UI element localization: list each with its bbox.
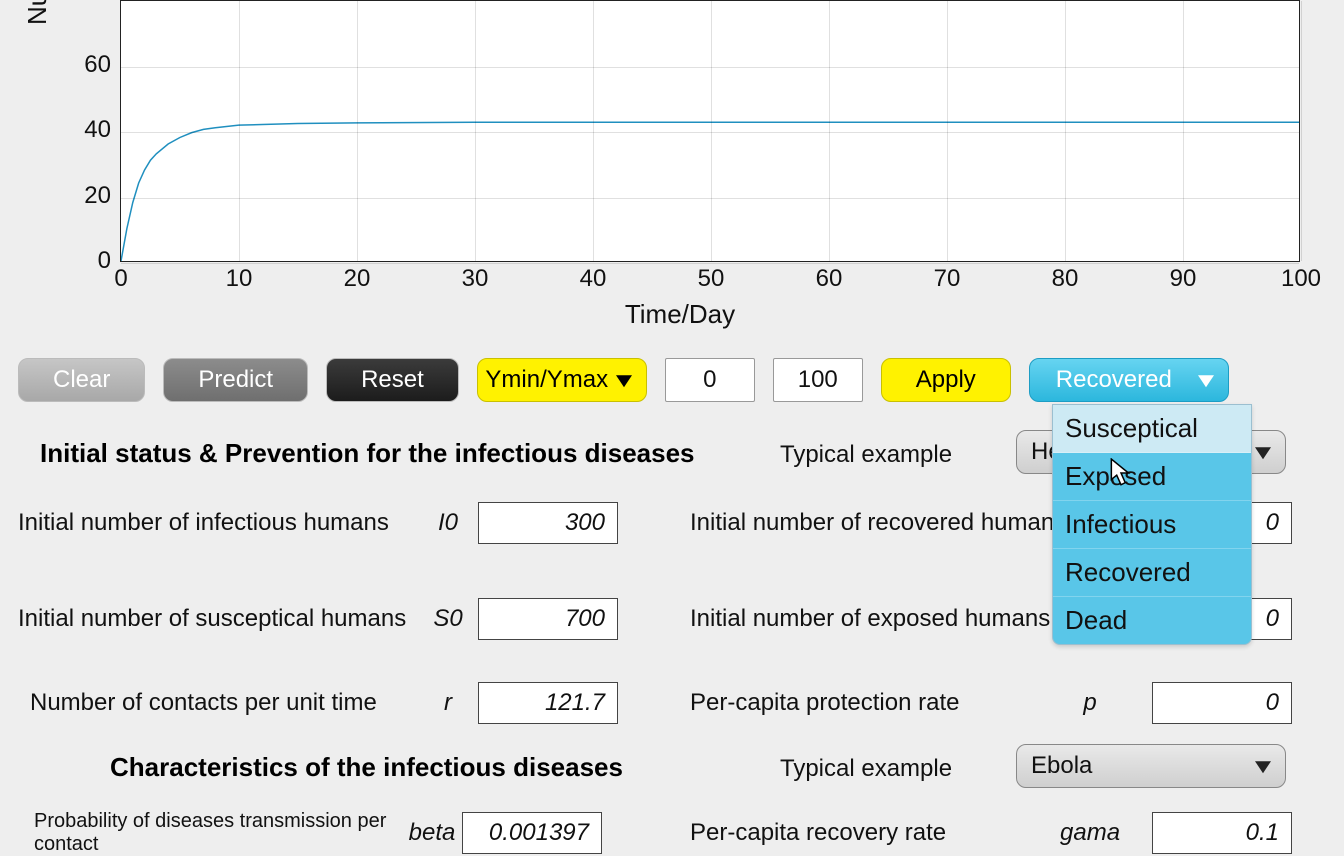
curve-select-dropdown[interactable]: Susceptical Exposed Infectious Recovered…	[1052, 404, 1252, 645]
toolbar: Clear Predict Reset Ymin/Ymax 0 100 Appl…	[18, 358, 1229, 402]
characteristics-heading: Characteristics of the infectious diseas…	[110, 752, 623, 783]
dropdown-option-dead[interactable]: Dead	[1053, 597, 1251, 644]
r-input[interactable]: 121.7	[478, 682, 618, 724]
chevron-down-icon	[616, 375, 632, 387]
clear-button[interactable]: Clear	[18, 358, 145, 402]
y-axis-label: Number of recovered	[22, 0, 53, 25]
y-axis-label-text: Number of recovered	[22, 0, 52, 25]
disease-select[interactable]: Ebola	[1016, 744, 1286, 788]
typical-example-label-2: Typical example	[780, 755, 952, 783]
param-r: Number of contacts per unit time r 121.7	[30, 680, 670, 726]
y-tick: 0	[98, 247, 111, 275]
param-beta: Probability of diseases transmission per…	[34, 810, 674, 856]
chevron-down-icon	[1198, 375, 1214, 387]
apply-button[interactable]: Apply	[881, 358, 1011, 402]
reset-button[interactable]: Reset	[326, 358, 459, 402]
x-tick: 20	[344, 265, 371, 293]
beta-input[interactable]: 0.001397	[462, 812, 602, 854]
ymin-input[interactable]: 0	[665, 358, 755, 402]
x-tick: 10	[226, 265, 253, 293]
typical-example-2: Typical example	[780, 746, 952, 792]
dropdown-option-exposed[interactable]: Exposed	[1053, 453, 1251, 501]
i0-input[interactable]: 300	[478, 502, 618, 544]
x-tick: 0	[114, 265, 127, 293]
typical-example-label: Typical example	[780, 441, 952, 469]
gama-input[interactable]: 0.1	[1152, 812, 1292, 854]
y-tick: 20	[84, 182, 111, 210]
dropdown-option-susceptical[interactable]: Susceptical	[1053, 405, 1251, 453]
curve-select[interactable]: Recovered	[1029, 358, 1229, 402]
chevron-down-icon	[1255, 761, 1271, 773]
ymax-input[interactable]: 100	[773, 358, 863, 402]
x-tick: 90	[1170, 265, 1197, 293]
dropdown-option-recovered[interactable]: Recovered	[1053, 549, 1251, 597]
predict-button[interactable]: Predict	[163, 358, 308, 402]
chart-line-svg	[121, 1, 1299, 261]
s0-input[interactable]: 700	[478, 598, 618, 640]
chevron-down-icon	[1255, 447, 1271, 459]
x-tick: 30	[462, 265, 489, 293]
dropdown-option-infectious[interactable]: Infectious	[1053, 501, 1251, 549]
initial-status-heading: Initial status & Prevention for the infe…	[40, 438, 695, 469]
x-axis-label-text: Time/Day	[625, 299, 735, 329]
x-tick: 60	[816, 265, 843, 293]
param-s0: Initial number of susceptical humans S0 …	[18, 596, 658, 642]
plot-area: 01020304050607080901000204060	[120, 0, 1300, 262]
x-tick: 100	[1281, 265, 1321, 293]
x-tick: 70	[934, 265, 961, 293]
param-p: Per-capita protection rate p 0	[690, 680, 1330, 726]
x-tick: 50	[698, 265, 725, 293]
x-tick: 80	[1052, 265, 1079, 293]
chart: Number of recovered 01020304050607080901…	[30, 0, 1330, 330]
y-tick: 40	[84, 116, 111, 144]
x-tick: 40	[580, 265, 607, 293]
y-tick: 60	[84, 51, 111, 79]
param-gama: Per-capita recovery rate gama 0.1	[690, 810, 1330, 856]
yrange-select[interactable]: Ymin/Ymax	[477, 358, 647, 402]
p-input[interactable]: 0	[1152, 682, 1292, 724]
x-axis-label: Time/Day	[625, 299, 735, 330]
typical-example-1: Typical example	[780, 432, 952, 478]
param-i0: Initial number of infectious humans I0 3…	[18, 500, 658, 546]
